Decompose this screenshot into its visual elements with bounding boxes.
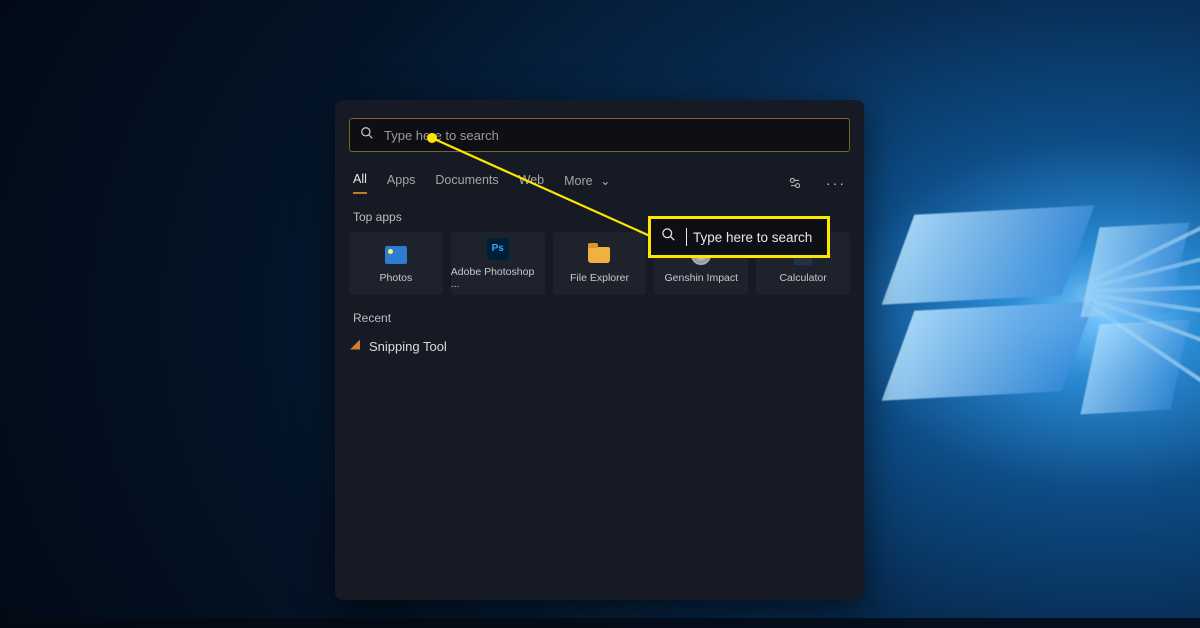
recent-snipping-tool[interactable]: Snipping Tool	[349, 333, 850, 360]
app-label: File Explorer	[570, 272, 629, 284]
search-icon	[661, 227, 676, 247]
app-file-explorer[interactable]: File Explorer	[553, 232, 647, 295]
app-photoshop[interactable]: Ps Adobe Photoshop ...	[451, 232, 545, 295]
photos-icon	[385, 244, 407, 266]
tab-all[interactable]: All	[353, 172, 367, 194]
chevron-down-icon: ⌄	[600, 174, 610, 188]
app-label: Photos	[380, 272, 413, 284]
search-bar[interactable]	[349, 118, 850, 152]
tab-web[interactable]: Web	[519, 173, 544, 193]
taskbar[interactable]	[0, 618, 1200, 628]
search-icon	[360, 126, 374, 145]
tab-more-label: More	[564, 174, 592, 188]
windows-search-panel: All Apps Documents Web More ⌄ ··· Top ap…	[335, 100, 864, 600]
filter-tabs: All Apps Documents Web More ⌄ ···	[353, 172, 846, 194]
photoshop-icon: Ps	[487, 238, 509, 260]
section-recent-label: Recent	[353, 311, 846, 325]
account-sync-icon[interactable]	[784, 172, 806, 194]
annotation-callout: Type here to search	[648, 216, 830, 258]
tab-apps[interactable]: Apps	[387, 173, 416, 193]
app-label: Genshin Impact	[665, 272, 739, 284]
app-photos[interactable]: Photos	[349, 232, 443, 295]
tab-more[interactable]: More ⌄	[564, 173, 610, 194]
annotation-dot	[427, 133, 437, 143]
app-label: Calculator	[779, 272, 826, 284]
folder-icon	[588, 244, 610, 266]
search-input[interactable]	[384, 128, 839, 143]
recent-item-label: Snipping Tool	[369, 339, 447, 354]
more-options-button[interactable]: ···	[826, 175, 846, 191]
app-label: Adobe Photoshop ...	[451, 266, 545, 290]
tab-documents[interactable]: Documents	[435, 173, 498, 193]
annotation-callout-text: Type here to search	[686, 228, 812, 246]
